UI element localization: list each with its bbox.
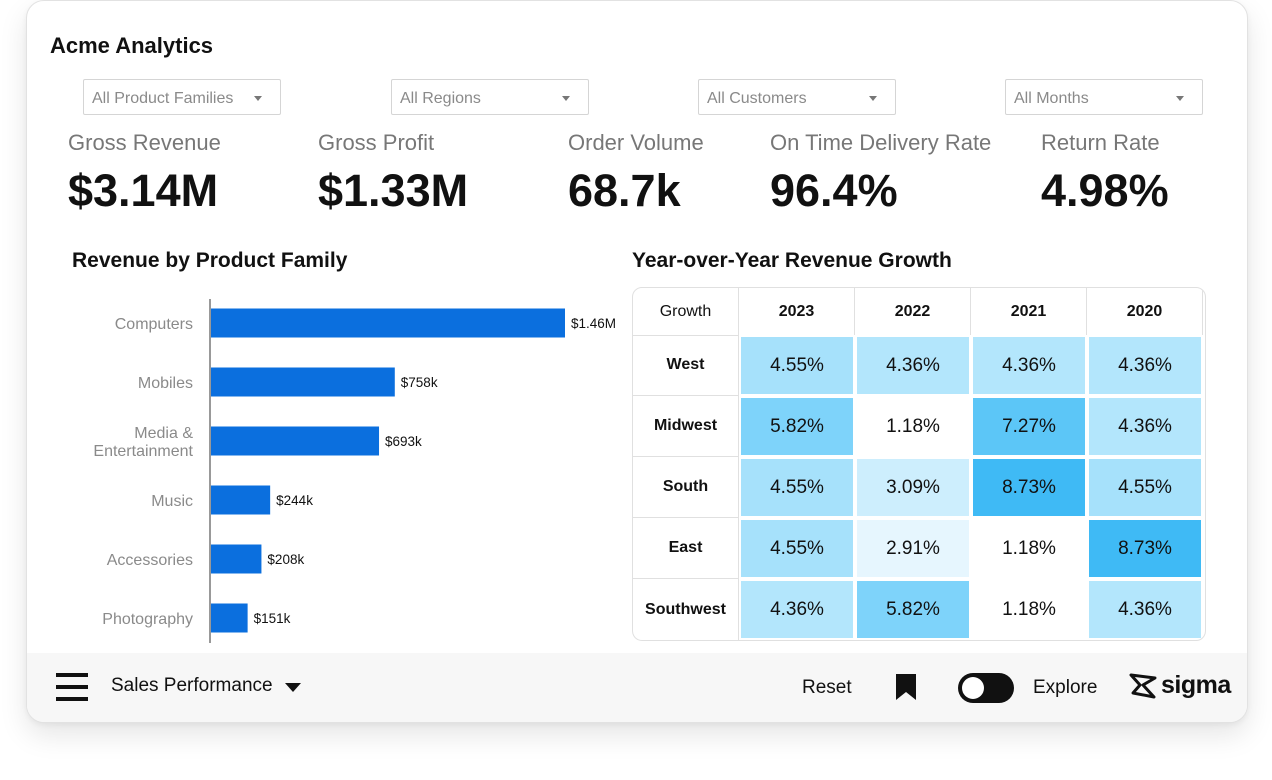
chevron-down-icon — [254, 96, 262, 101]
bar[interactable] — [211, 485, 271, 515]
table-row: Southwest 4.36% 5.82% 1.18% 4.36% — [633, 579, 1203, 640]
table-cell: 8.73% — [1087, 518, 1203, 579]
page-title: Acme Analytics — [50, 33, 214, 58]
revenue-chart-title: Revenue by Product Family — [72, 249, 348, 272]
bookmark-icon[interactable] — [895, 673, 917, 706]
table-cell: 4.55% — [739, 518, 855, 579]
table-cell: 1.18% — [855, 396, 971, 457]
table-cell: 1.18% — [971, 579, 1087, 640]
table-cell: 4.36% — [1087, 335, 1203, 396]
kpi-gross-profit: Gross Profit $1.33M — [318, 129, 468, 217]
value-label: $244k — [276, 493, 313, 508]
reset-button[interactable]: Reset — [802, 677, 852, 699]
column-header: 2022 — [855, 288, 971, 335]
filter-label: All Customers — [707, 90, 807, 107]
table-cell: 3.09% — [855, 457, 971, 518]
kpi-value: 96.4% — [770, 165, 898, 216]
revenue-bar-chart: Computers $1.46M Mobiles $758k Media & Entert… — [93, 299, 616, 643]
toggle-knob — [962, 677, 984, 699]
kpi-label: Return Rate — [1041, 130, 1160, 155]
kpi-label: On Time Delivery Rate — [770, 130, 992, 155]
table-header-row: Growth 2023 2022 2021 2020 — [633, 288, 1203, 336]
growth-table: Growth 2023 2022 2021 2020 West 4.55% 4.36% 4.36… — [632, 287, 1206, 641]
table-row: West 4.55% 4.36% 4.36% 4.36% — [633, 335, 1203, 396]
table-row: South 4.55% 3.09% 8.73% 4.55% — [633, 457, 1203, 518]
table-cell: 1.18% — [971, 518, 1087, 579]
table-cell: 4.55% — [739, 335, 855, 396]
table-row: East 4.55% 2.91% 1.18% 8.73% — [633, 518, 1203, 579]
region-filter[interactable]: All Regions — [391, 79, 589, 115]
kpi-label: Gross Profit — [318, 130, 435, 155]
table-cell: 4.55% — [1087, 457, 1203, 518]
category-label: Accessories — [107, 552, 193, 569]
bar[interactable] — [211, 426, 380, 456]
column-header: 2021 — [971, 288, 1087, 335]
explore-label: Explore — [1033, 677, 1098, 698]
table-cell: 4.36% — [971, 335, 1087, 396]
kpi-value: $1.33M — [318, 165, 469, 216]
table-cell: 4.36% — [855, 335, 971, 396]
column-header: 2020 — [1087, 288, 1203, 335]
explore-toggle[interactable] — [958, 673, 1014, 703]
kpi-value: 4.98% — [1041, 165, 1169, 216]
dashboard-card: Acme Analytics All Product Families All … — [26, 0, 1248, 723]
table-cell: 4.36% — [739, 579, 855, 640]
category-label: Mobiles — [138, 375, 193, 392]
value-label: $758k — [401, 375, 438, 390]
growth-table-title: Year-over-Year Revenue Growth — [632, 249, 952, 272]
bar[interactable] — [211, 367, 395, 397]
category-label: Media & Entertainment — [93, 425, 193, 460]
sigma-logo-icon — [1129, 673, 1157, 698]
kpi-order-volume: Order Volume 68.7k — [568, 129, 704, 217]
kpi-label: Gross Revenue — [68, 130, 221, 155]
column-header: 2023 — [739, 288, 855, 335]
footer-bar: Sales Performance Reset Explore sigma — [27, 653, 1247, 722]
table-row: Midwest 5.82% 1.18% 7.27% 4.36% — [633, 396, 1203, 457]
customer-filter[interactable]: All Customers — [698, 79, 896, 115]
row-label: South — [633, 457, 739, 518]
filter-label: All Regions — [400, 90, 481, 107]
value-label: $1.46M — [571, 316, 616, 331]
chevron-down-icon — [562, 96, 570, 101]
row-label: West — [633, 335, 739, 396]
table-cell: 4.36% — [1087, 579, 1203, 640]
table-cell: 5.82% — [855, 579, 971, 640]
table-cell: 8.73% — [971, 457, 1087, 518]
chevron-down-icon — [1176, 96, 1184, 101]
corner-header: Growth — [633, 288, 739, 335]
bar[interactable] — [211, 603, 248, 633]
kpi-value: $3.14M — [68, 165, 219, 216]
value-label: $208k — [267, 552, 304, 567]
category-label: Music — [151, 493, 193, 510]
row-label: Southwest — [633, 579, 739, 640]
filter-label: All Months — [1014, 90, 1089, 107]
month-filter[interactable]: All Months — [1005, 79, 1203, 115]
sigma-logo: sigma — [1129, 671, 1231, 700]
kpi-label: Order Volume — [568, 130, 704, 155]
row-label: East — [633, 518, 739, 579]
kpi-value: 68.7k — [568, 165, 681, 216]
logo-text: sigma — [1161, 671, 1231, 699]
value-label: $693k — [385, 434, 422, 449]
caret-down-icon[interactable] — [285, 683, 301, 692]
table-cell: 4.36% — [1087, 396, 1203, 457]
bar[interactable] — [211, 308, 565, 338]
bar[interactable] — [211, 544, 262, 574]
table-cell: 2.91% — [855, 518, 971, 579]
table-cell: 5.82% — [739, 396, 855, 457]
chevron-down-icon — [869, 96, 877, 101]
table-cell: 7.27% — [971, 396, 1087, 457]
product-family-filter[interactable]: All Product Families — [83, 79, 281, 115]
row-label: Midwest — [633, 396, 739, 457]
table-cell: 4.55% — [739, 457, 855, 518]
kpi-return-rate: Return Rate 4.98% — [1041, 129, 1169, 217]
kpi-gross-revenue: Gross Revenue $3.14M — [68, 129, 221, 217]
menu-icon[interactable] — [56, 671, 90, 703]
category-label: Computers — [115, 316, 193, 333]
category-label: Photography — [102, 611, 193, 628]
value-label: $151k — [254, 611, 291, 626]
workbook-name[interactable]: Sales Performance — [111, 675, 273, 697]
filter-label: All Product Families — [92, 90, 234, 107]
kpi-on-time-delivery-rate: On Time Delivery Rate 96.4% — [770, 129, 991, 217]
